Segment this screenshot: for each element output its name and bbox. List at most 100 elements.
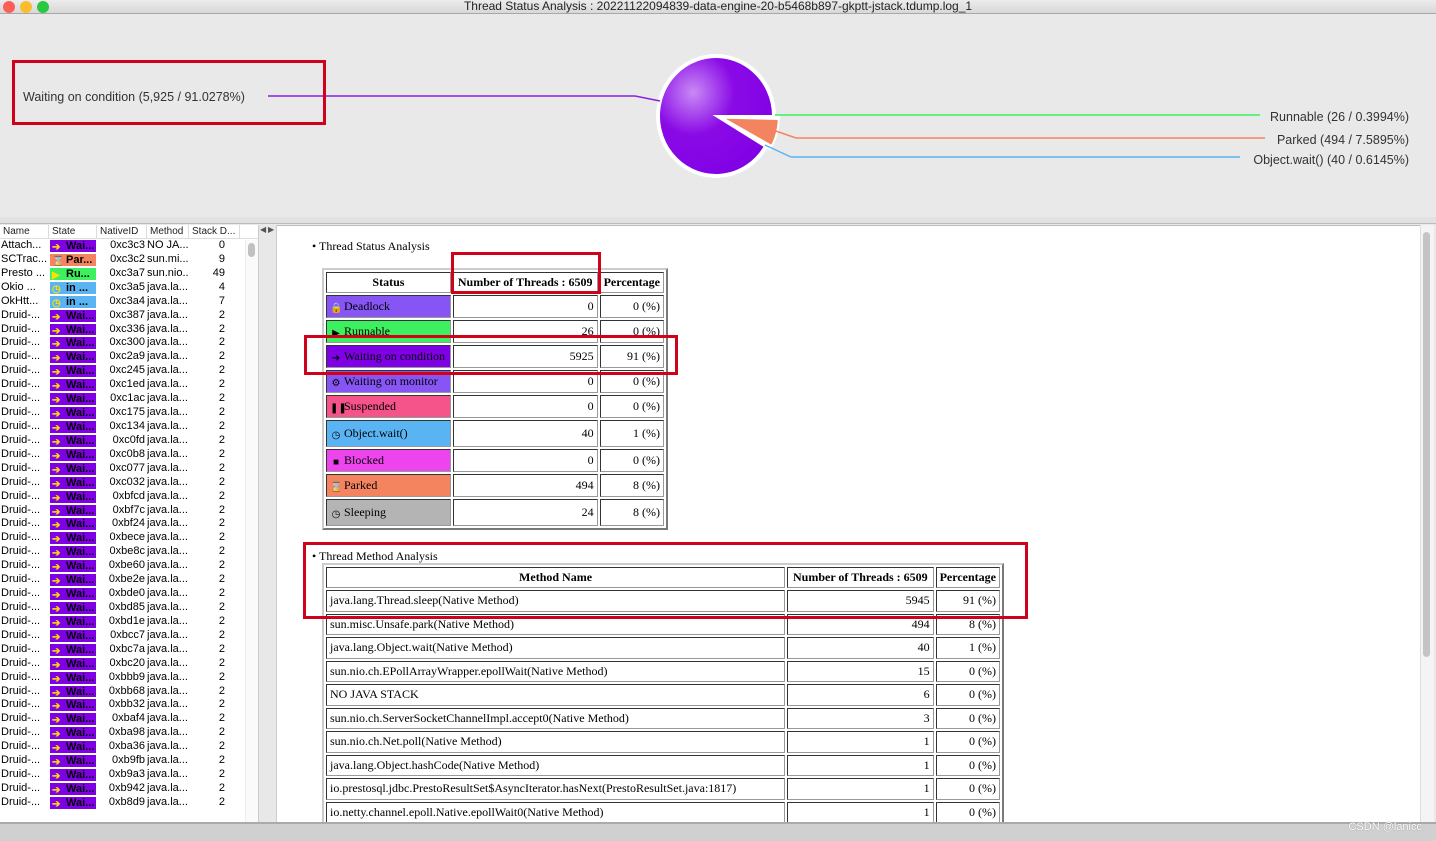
thread-row[interactable]: Druid-... ➔ Wai... 0xba36 java.la... 2 (0, 740, 258, 755)
zoom-window-button[interactable] (37, 1, 49, 13)
thread-row[interactable]: Attach... ➔ Wai... 0xc3c3 NO JA... 0 (0, 239, 258, 253)
thread-stack-depth: 2 (218, 768, 225, 781)
thread-method: java.la... (147, 614, 188, 627)
thread-row[interactable]: Druid-... ➔ Wai... 0xbc7a java.la... 2 (0, 642, 258, 657)
thread-row[interactable]: Druid-... ➔ Wai... 0xbece java.la... 2 (0, 531, 258, 546)
expand-right-arrow-icon[interactable]: ▶ (268, 225, 274, 234)
thread-native-id: 0xbc7a (109, 642, 145, 655)
thread-row[interactable]: SCTrac... ⌛ Par... 0xc3c2 sun.mi... 9 (0, 252, 258, 267)
status-cell: ▶ Runnable (326, 320, 451, 343)
vertical-splitter[interactable]: ◀ ▶ (258, 225, 277, 822)
thread-row[interactable]: Druid-... ➔ Wai... 0xbcc7 java.la... 2 (0, 628, 258, 643)
thread-state-text: Wai... (66, 769, 95, 782)
thread-row[interactable]: Druid-... ➔ Wai... 0xc032 java.la... 2 (0, 475, 258, 490)
status-row: ◷ Sleeping 24 8 (%) (326, 499, 664, 526)
collapse-left-arrow-icon[interactable]: ◀ (260, 225, 266, 234)
thread-state-text: Wai... (66, 643, 95, 656)
thread-list-body: Attach... ➔ Wai... 0xc3c3 NO JA... 0 SCTrac...… (0, 239, 258, 810)
thread-method: java.la... (147, 308, 188, 321)
status-icon: ⚙ (331, 377, 341, 389)
thread-row[interactable]: Druid-... ➔ Wai... 0xbaf4 java.la... 2 (0, 712, 258, 727)
pie-slice-waiting-on-condition[interactable] (658, 56, 775, 176)
status-name: Parked (344, 477, 378, 492)
thread-row[interactable]: Druid-... ➔ Wai... 0xbfcd java.la... 2 (0, 489, 258, 504)
method-percentage: 0 (%) (935, 754, 1000, 776)
minimize-window-button[interactable] (20, 1, 32, 13)
thread-state-text: Wai... (66, 490, 95, 503)
thread-row[interactable]: Druid-... ➔ Wai... 0xbb68 java.la... 2 (0, 684, 258, 699)
thread-row[interactable]: Druid-... ➔ Wai... 0xb8d9 java.la... 2 (0, 795, 258, 810)
window-title: Thread Status Analysis : 20221122094839-… (463, 0, 973, 13)
thread-name: Druid-... (1, 754, 41, 767)
thread-row[interactable]: Druid-... ➔ Wai... 0xc0b8 java.la... 2 (0, 447, 258, 462)
column-header-stack-depth[interactable]: Stack D... (189, 225, 240, 238)
waiting-state-icon: ➔ (52, 464, 61, 476)
thread-state-text: Wai... (66, 393, 95, 406)
thread-row[interactable]: Druid-... ➔ Wai... 0xc387 java.la... 2 (0, 308, 258, 323)
thread-state-text: Wai... (66, 601, 95, 614)
column-header-name[interactable]: Name (0, 225, 49, 238)
thread-list-scrollbar[interactable] (245, 240, 258, 822)
thread-state: ➔ Wai... (49, 781, 97, 796)
thread-name: Druid-... (1, 600, 41, 613)
thread-row[interactable]: Druid-... ➔ Wai... 0xbde0 java.la... 2 (0, 587, 258, 601)
thread-row[interactable]: Druid-... ➔ Wai... 0xc245 java.la... 2 (0, 364, 258, 379)
thread-row[interactable]: Druid-... ➔ Wai... 0xbd85 java.la... 2 (0, 600, 258, 615)
thread-row[interactable]: Druid-... ➔ Wai... 0xc336 java.la... 2 (0, 322, 258, 337)
thread-native-id: 0xba98 (108, 726, 145, 739)
horizontal-splitter[interactable] (0, 217, 1436, 224)
thread-state-text: Wai... (66, 685, 95, 698)
method-percentage: 0 (%) (935, 731, 1000, 753)
thread-row[interactable]: Druid-... ➔ Wai... 0xc134 java.la... 2 (0, 419, 258, 434)
thread-row[interactable]: Druid-... ➔ Wai... 0xc175 java.la... 2 (0, 406, 258, 420)
close-window-button[interactable] (3, 1, 15, 13)
thread-row[interactable]: Druid-... ➔ Wai... 0xbbb9 java.la... 2 (0, 670, 258, 685)
thread-row[interactable]: Druid-... ➔ Wai... 0xbb32 java.la... 2 (0, 698, 258, 713)
report-scroll-thumb[interactable] (1423, 232, 1430, 657)
thread-row[interactable]: Druid-... ➔ Wai... 0xbe60 java.la... 2 (0, 559, 258, 574)
thread-state: ⌛ Par... (49, 252, 97, 267)
thread-row[interactable]: Druid-... ➔ Wai... 0xb9a3 java.la... 2 (0, 768, 258, 782)
thread-row[interactable]: Druid-... ➔ Wai... 0xc1ac java.la... 2 (0, 392, 258, 407)
thread-row[interactable]: Druid-... ➔ Wai... 0xba98 java.la... 2 (0, 726, 258, 741)
thread-state: ➔ Wai... (49, 447, 97, 462)
waiting-state-icon: ➔ (52, 771, 61, 782)
thread-state-text: Wai... (66, 323, 95, 336)
thread-state: ➔ Wai... (49, 768, 97, 782)
thread-row[interactable]: Druid-... ➔ Wai... 0xbe8c java.la... 2 (0, 545, 258, 560)
waiting-state-icon: ➔ (52, 381, 61, 393)
thread-native-id: 0xc3c2 (110, 252, 145, 265)
thread-row[interactable]: Druid-... ➔ Wai... 0xc2a9 java.la... 2 (0, 350, 258, 365)
thread-row[interactable]: OkHtt... ◷ in ... 0xc3a4 java.la... 7 (0, 294, 258, 309)
thread-row[interactable]: Presto ... ▶ Ru... 0xc3a7 sun.nio... 49 (0, 266, 258, 281)
thread-row[interactable]: Druid-... ➔ Wai... 0xbc20 java.la... 2 (0, 656, 258, 671)
thread-state: ➔ Wai... (49, 461, 97, 476)
method-percentage: 0 (%) (935, 660, 1000, 682)
thread-row[interactable]: Druid-... ➔ Wai... 0xb9fb java.la... 2 (0, 754, 258, 769)
column-header-state[interactable]: State (49, 225, 97, 238)
method-name: sun.misc.Unsafe.park(Native Method) (326, 613, 786, 635)
thread-name: Druid-... (1, 503, 41, 516)
thread-stack-depth: 49 (212, 266, 225, 279)
status-cell: ■ Blocked (326, 449, 451, 472)
thread-row[interactable]: Okio ... ◷ in ... 0xc3a5 java.la... 4 (0, 280, 258, 295)
thread-method: java.la... (147, 754, 188, 767)
thread-row[interactable]: Druid-... ➔ Wai... 0xc300 java.la... 2 (0, 336, 258, 351)
column-header-method[interactable]: Method (147, 225, 189, 238)
thread-row[interactable]: Druid-... ➔ Wai... 0xc1ed java.la... 2 (0, 378, 258, 393)
thread-row[interactable]: Druid-... ➔ Wai... 0xc077 java.la... 2 (0, 461, 258, 476)
thread-row[interactable]: Druid-... ➔ Wai... 0xc0fd java.la... 2 (0, 433, 258, 448)
thread-stack-depth: 2 (218, 628, 225, 641)
thread-method: java.la... (147, 559, 188, 572)
thread-row[interactable]: Druid-... ➔ Wai... 0xbf7c java.la... 2 (0, 503, 258, 518)
thread-row[interactable]: Druid-... ➔ Wai... 0xbd1e java.la... 2 (0, 614, 258, 629)
thread-row[interactable]: Druid-... ➔ Wai... 0xbf24 java.la... 2 (0, 517, 258, 532)
status-icon: ◷ (331, 508, 341, 520)
thread-state-text: Wai... (66, 379, 95, 392)
column-header-nativeid[interactable]: NativeID (97, 225, 147, 238)
thread-list-scroll-thumb[interactable] (248, 243, 255, 257)
thread-row[interactable]: Druid-... ➔ Wai... 0xbe2e java.la... 2 (0, 573, 258, 588)
method-row: sun.misc.Unsafe.park(Native Method) 494 8 … (326, 613, 1000, 635)
thread-row[interactable]: Druid-... ➔ Wai... 0xb942 java.la... 2 (0, 781, 258, 796)
thread-state: ➔ Wai... (49, 795, 97, 810)
